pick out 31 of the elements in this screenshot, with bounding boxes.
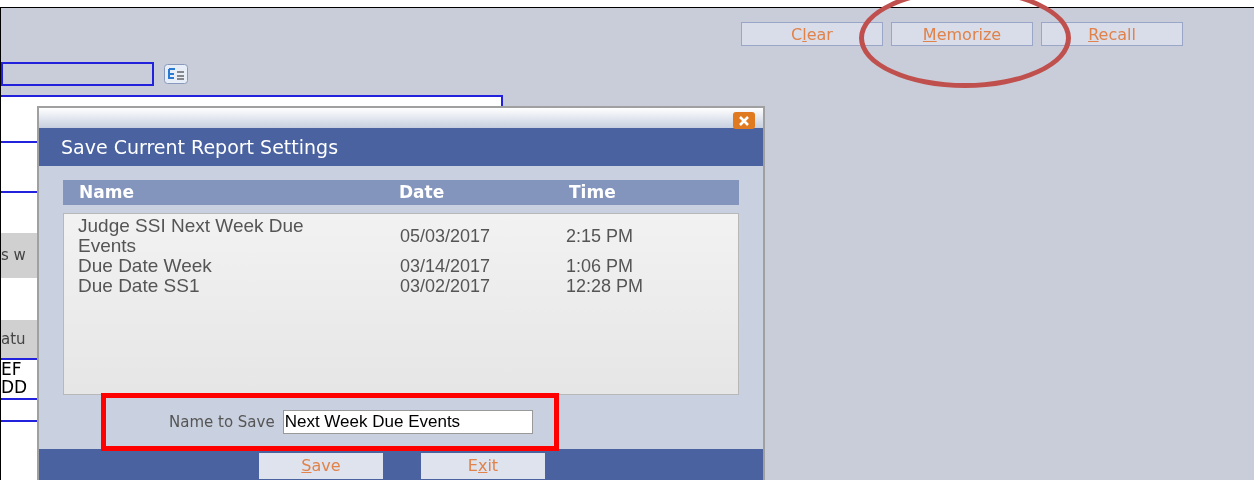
field-label: Name to Save [169,411,275,433]
input-field[interactable] [1,62,154,86]
name-cell-text: Judge SSI Next Week Due Events [77,216,305,256]
close-button[interactable] [733,112,755,129]
dialog-button[interactable]: Save [259,453,383,479]
time-cell: 2:15 PM [566,226,634,246]
date-cell-text: 03/02/2017 [400,276,492,296]
label-fragment: atu [1,328,26,350]
name-cell-text: Due Date SS1 [77,276,201,296]
list-row[interactable]: Judge SSI Next Week Due Events 05/03/2017 2:15 PM [64,216,738,256]
column-header: Time [569,180,616,204]
list-row[interactable]: Due Date Week 03/14/2017 1:06 PM [64,256,738,276]
close-icon [739,115,749,126]
toolbar-button[interactable]: Clear [741,22,883,46]
time-cell: 1:06 PM [566,256,634,276]
time-cell: 12:28 PM [566,276,644,296]
list-row[interactable]: Due Date SS1 03/02/2017 12:28 PM [64,276,738,296]
label-fragment: s w [1,245,26,267]
date-cell-text: 03/14/2017 [400,256,492,276]
column-header: Name [78,180,135,204]
tree-list-icon [164,64,188,84]
name-field[interactable]: Next Week Due Events [282,410,533,434]
value-fragment: EF [1,360,23,378]
name-cell-text: Due Date Week [77,256,213,276]
toolbar-button[interactable]: Recall [1041,22,1183,46]
dialog-button[interactable]: Exit [421,453,545,479]
toolbar-button[interactable]: Memorize [891,22,1033,46]
value-fragment: DD [1,378,29,396]
date-cell-text: 05/03/2017 [400,226,492,246]
dialog-title: Save Current Report Settings [39,128,763,166]
column-header: Date [399,180,446,204]
